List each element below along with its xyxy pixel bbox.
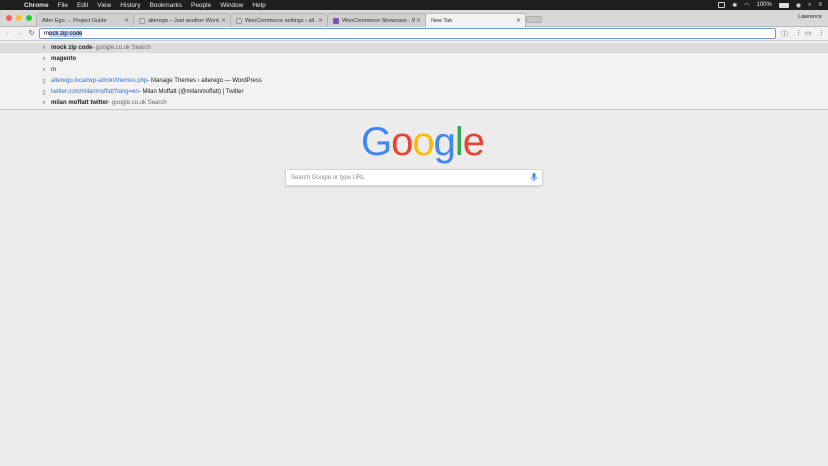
wifi-icon[interactable]: ◠ — [744, 2, 749, 9]
page-icon — [139, 17, 145, 24]
close-tab-icon[interactable]: ✕ — [515, 17, 522, 24]
menu-people[interactable]: People — [191, 2, 211, 9]
tab-woocommerce-settings[interactable]: WooCommerce settings ‹ alt… ✕ — [230, 13, 328, 27]
menu-history[interactable]: History — [120, 2, 140, 9]
browser-toolbar: ← → ↻ m ock zip code ⓘ ⋮ ▭ ⋮ — [0, 27, 828, 41]
suggestion-rest-text: m — [51, 67, 56, 73]
tab-title: alterego – Just another Word… — [148, 17, 220, 24]
suggestion-bold-text: magento — [51, 56, 77, 62]
forward-arrow-icon[interactable]: → — [15, 29, 24, 38]
suggestion-row[interactable]: ▯ alterego.local/wp-admin/themes.php - M… — [40, 76, 820, 86]
tab-alterego-wp[interactable]: alterego – Just another Word… ✕ — [133, 13, 231, 27]
close-window-button[interactable] — [6, 15, 12, 21]
page-icon — [236, 17, 242, 24]
suggestion-rest-text: - Milan Moffatt (@milanmoffatt) | Twitte… — [138, 89, 244, 95]
status-area: ✱ ◠ 100% ◉ ⌕ ≡ — [718, 0, 822, 10]
tab-new-tab[interactable]: New Tab ✕ — [425, 13, 526, 27]
tab-title: Alter Ego → Project Guide — [42, 17, 107, 24]
tab-strip: Alter Ego → Project Guide ✕ alterego – J… — [0, 10, 828, 27]
close-tab-icon[interactable]: ✕ — [123, 17, 130, 24]
menu-chrome[interactable]: Chrome — [24, 2, 49, 9]
logo-letter: G — [361, 120, 392, 164]
menu-bookmarks[interactable]: Bookmarks — [149, 2, 182, 9]
suggestion-bold-text: milan moffatt twitter — [51, 100, 109, 106]
close-tab-icon[interactable]: ✕ — [415, 17, 422, 24]
logo-letter: o — [412, 120, 434, 164]
page-icon: ▯ — [42, 89, 46, 96]
battery-percent: 100% — [756, 2, 772, 8]
tab-alter-ego[interactable]: Alter Ego → Project Guide ✕ — [36, 13, 134, 27]
extension-icon[interactable]: ⋮ — [795, 29, 802, 37]
menu-window[interactable]: Window — [220, 2, 243, 9]
screen-icon[interactable] — [718, 2, 726, 8]
suggestion-rest-text: - Manage Themes ‹ alterego — WordPress — [147, 78, 262, 84]
reload-icon[interactable]: ↻ — [27, 29, 36, 38]
back-arrow-icon[interactable]: ← — [4, 29, 13, 38]
suggestion-rest-text: - google.co.uk Search — [108, 100, 167, 106]
suggestion-url: alterego.local/wp-admin/themes.php — [51, 78, 148, 84]
search-icon: ⌕ — [42, 55, 46, 62]
cast-icon[interactable]: ▭ — [805, 29, 812, 37]
battery-icon[interactable] — [778, 2, 789, 8]
tab-woocommerce-showcase[interactable]: WooCommerce Showcase - W… ✕ — [327, 13, 426, 27]
search-icon: ⌕ — [42, 44, 46, 51]
microphone-icon[interactable] — [531, 173, 537, 182]
menu-help[interactable]: Help — [252, 2, 265, 9]
bluetooth-icon[interactable]: ✱ — [732, 2, 737, 9]
google-logo: G o o g l e — [361, 120, 485, 164]
profile-name[interactable]: Lawrence — [798, 14, 822, 20]
search-placeholder: Search Google or type URL — [291, 174, 365, 181]
suggestion-row[interactable]: ⌕ m — [40, 65, 820, 75]
omnibox-autocomplete-text: ock zip code — [49, 30, 83, 37]
suggestion-bold-text: mock zip code — [51, 45, 93, 51]
zoom-window-button[interactable] — [26, 15, 32, 21]
suggestion-row[interactable]: ▯ twitter.com/milanmoffatt?lang=en - Mil… — [40, 87, 820, 97]
search-icon: ⌕ — [42, 99, 46, 106]
suggestion-row[interactable]: ⌕ mock zip code - google.co.uk Search — [0, 43, 828, 53]
logo-letter: l — [454, 120, 464, 164]
info-icon[interactable]: ⓘ — [781, 29, 788, 39]
close-tab-icon[interactable]: ✕ — [317, 17, 324, 24]
new-tab-button[interactable] — [526, 16, 542, 23]
minimize-window-button[interactable] — [16, 15, 22, 21]
chrome-menu-icon[interactable]: ⋮ — [818, 29, 825, 37]
tab-title: WooCommerce Showcase - W… — [342, 17, 415, 24]
menu-view[interactable]: View — [97, 2, 111, 9]
close-tab-icon[interactable]: ✕ — [220, 17, 227, 24]
woocommerce-icon — [333, 17, 339, 24]
suggestion-row[interactable]: ⌕ milan moffatt twitter - google.co.uk S… — [40, 98, 820, 108]
user-icon[interactable]: ◉ — [796, 2, 801, 9]
suggestion-url: twitter.com/milanmoffatt?lang=en — [51, 89, 139, 95]
page-icon: ▯ — [42, 78, 46, 85]
google-search-box[interactable]: Search Google or type URL — [285, 169, 543, 186]
omnibox-suggestions: ⌕ mock zip code - google.co.uk Search ⌕ … — [0, 42, 828, 110]
logo-letter: e — [462, 120, 485, 164]
suggestion-rest-text: - google.co.uk Search — [92, 45, 151, 51]
address-bar[interactable]: m ock zip code — [39, 28, 776, 39]
search-icon: ⌕ — [42, 66, 46, 73]
menu-file[interactable]: File — [58, 2, 68, 9]
logo-letter: o — [391, 120, 413, 164]
menu-edit[interactable]: Edit — [77, 2, 88, 9]
search-icon[interactable]: ⌕ — [808, 2, 811, 9]
app-menu: Chrome File Edit View History Bookmarks … — [18, 2, 266, 9]
macos-menu-bar: Chrome File Edit View History Bookmarks … — [0, 0, 828, 10]
logo-letter: g — [433, 120, 456, 164]
window-controls — [6, 15, 32, 21]
menu-list-icon[interactable]: ≡ — [818, 2, 822, 8]
suggestion-row[interactable]: ⌕ magento — [40, 54, 820, 64]
tab-title: WooCommerce settings ‹ alt… — [245, 17, 317, 24]
tab-title: New Tab — [431, 17, 453, 24]
